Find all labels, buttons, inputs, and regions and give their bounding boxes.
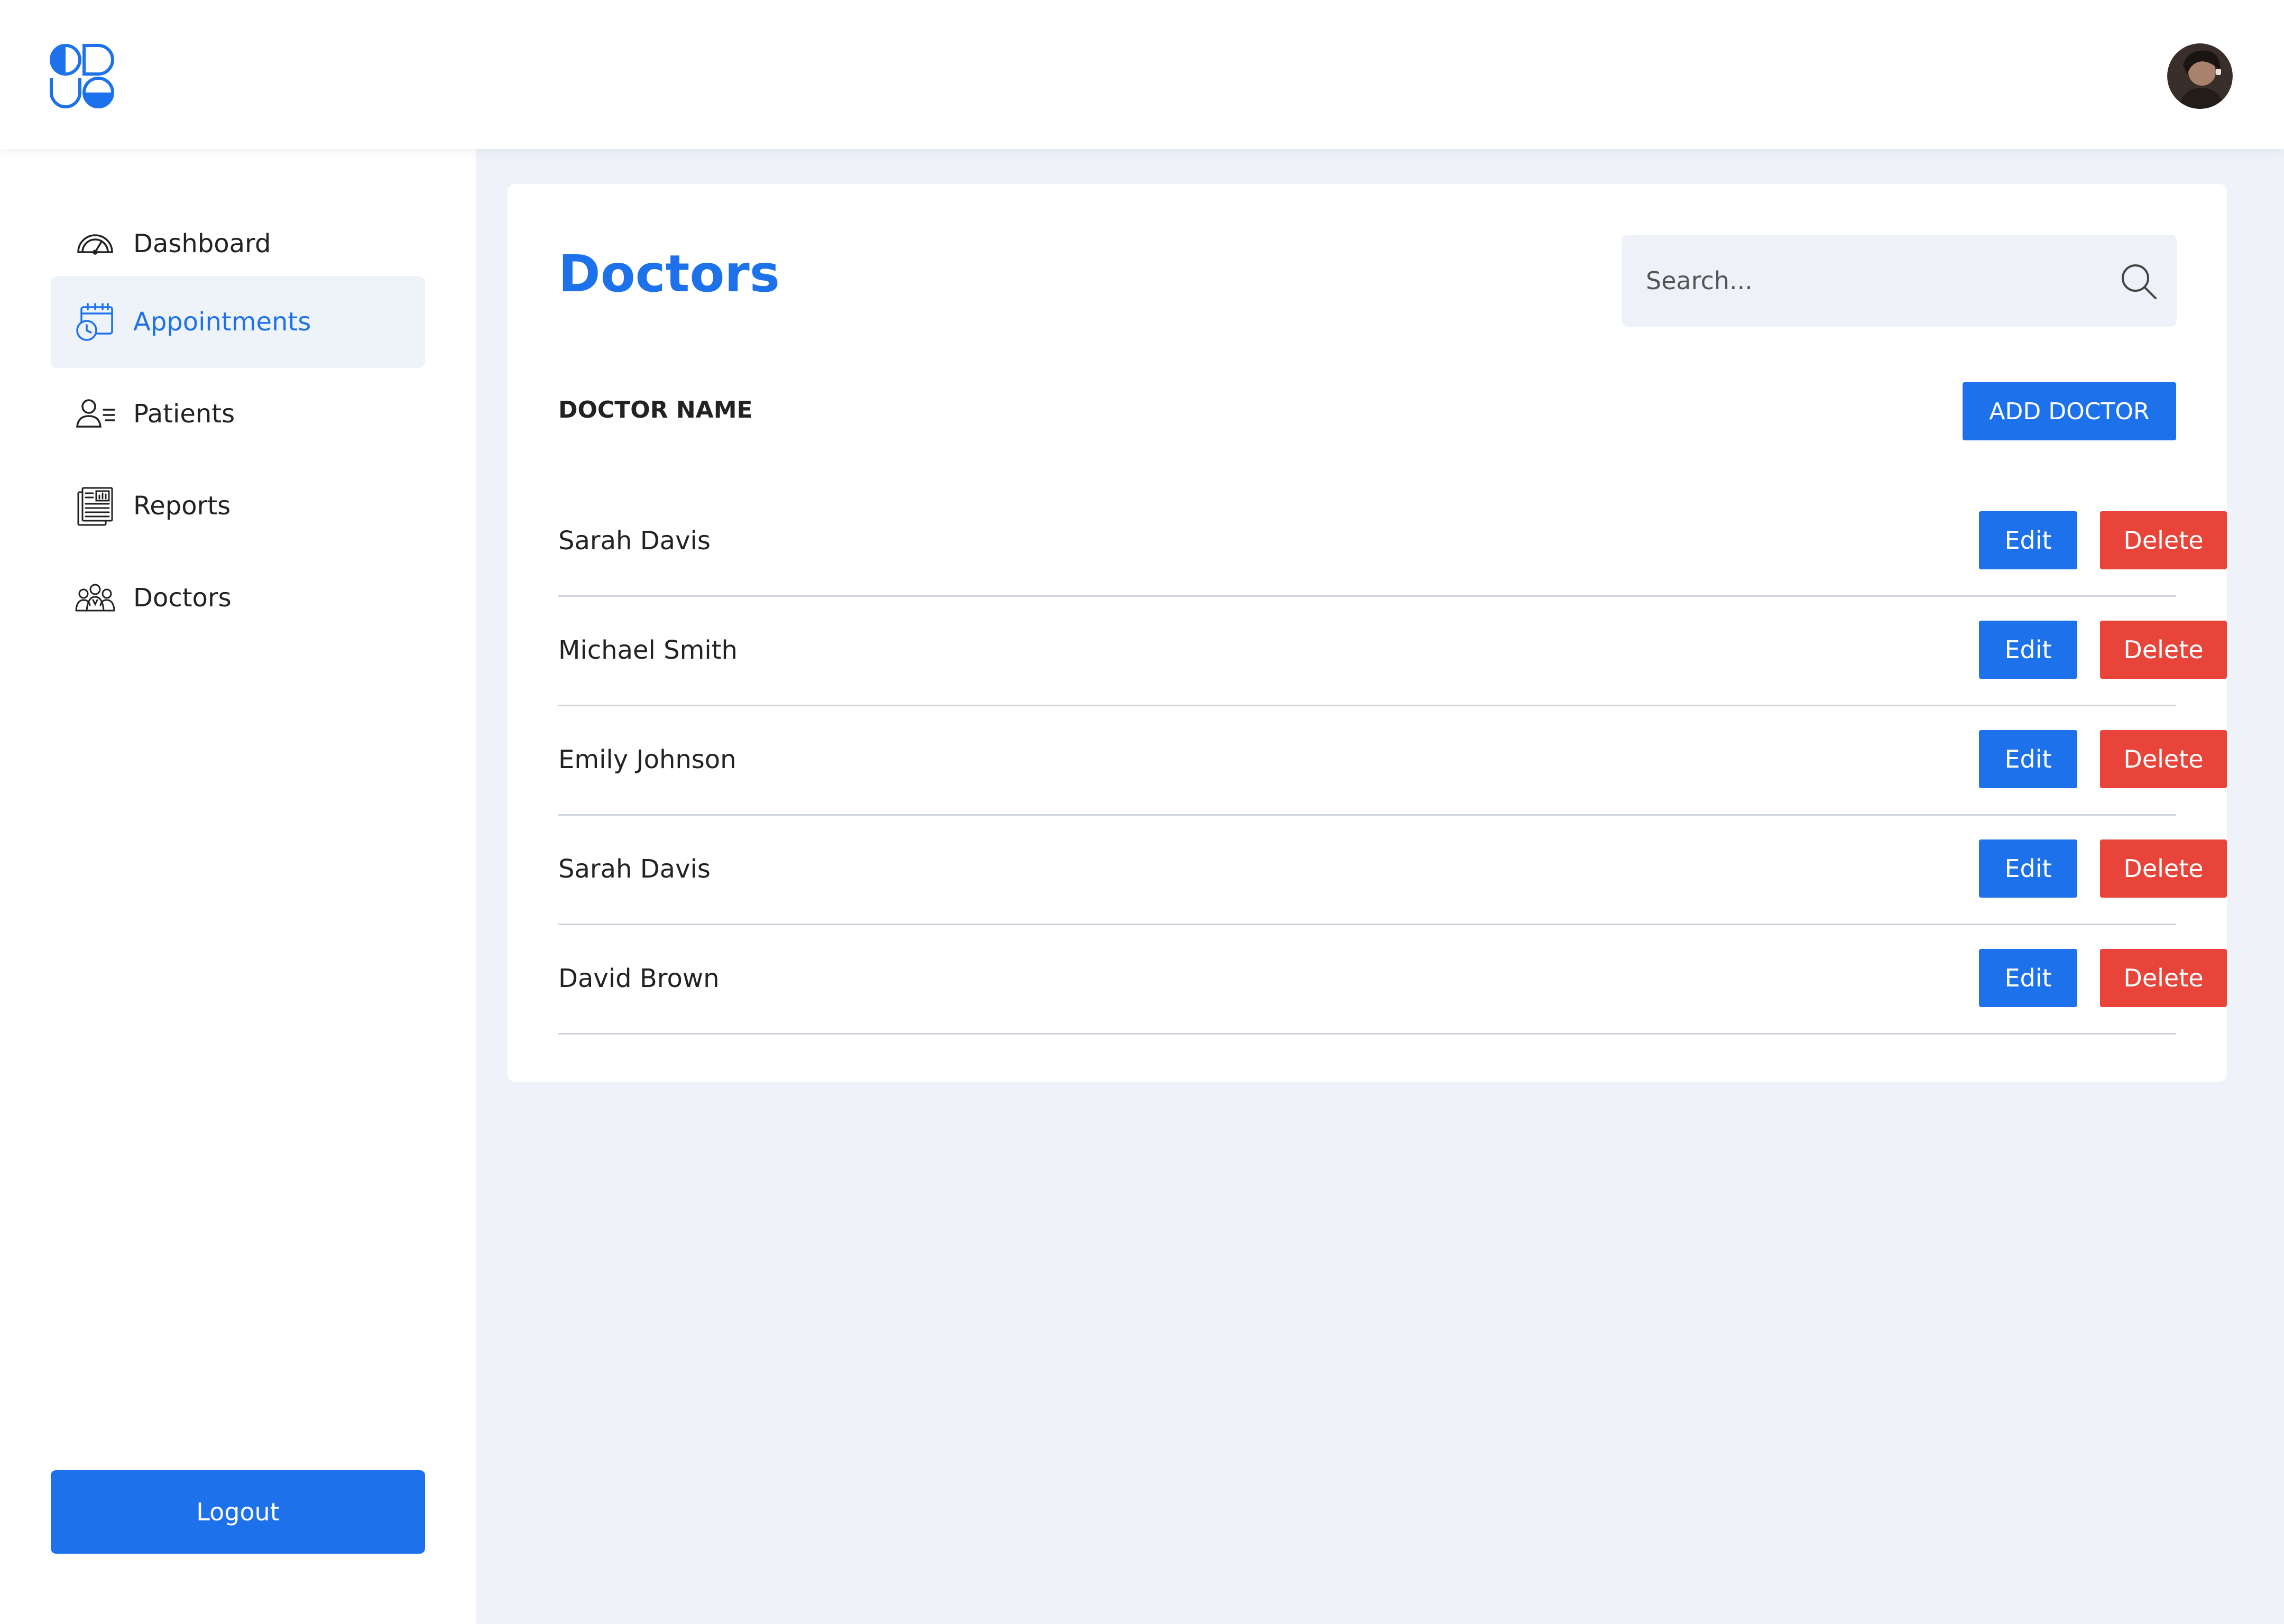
delete-button[interactable]: Delete bbox=[2100, 949, 2227, 1007]
doctor-name: Sarah Davis bbox=[558, 525, 711, 556]
edit-button[interactable]: Edit bbox=[1979, 949, 2077, 1007]
group-icon bbox=[75, 578, 115, 618]
delete-button[interactable]: Delete bbox=[2100, 730, 2227, 788]
sidebar-item-label: Patients bbox=[133, 399, 235, 429]
add-doctor-button[interactable]: ADD DOCTOR bbox=[1963, 382, 2176, 440]
page-title: Doctors bbox=[558, 244, 780, 303]
sidebar: Dashboard Appointments Patients Reports … bbox=[0, 149, 476, 1624]
sidebar-item-label: Doctors bbox=[133, 583, 232, 613]
sidebar-item-reports[interactable]: Reports bbox=[51, 460, 425, 552]
top-bar bbox=[0, 0, 2284, 149]
table-row: David Brown Edit Delete bbox=[558, 924, 2227, 1035]
delete-button[interactable]: Delete bbox=[2100, 839, 2227, 898]
table-row: Emily Johnson Edit Delete bbox=[558, 705, 2227, 816]
doctor-name: Emily Johnson bbox=[558, 744, 736, 774]
table-row: Michael Smith Edit Delete bbox=[558, 595, 2227, 706]
app-logo-icon[interactable] bbox=[50, 44, 114, 108]
sidebar-item-patients[interactable]: Patients bbox=[51, 368, 425, 460]
calendar-clock-icon bbox=[75, 302, 115, 342]
table-row: Sarah Davis Edit Delete bbox=[558, 814, 2227, 925]
sidebar-item-label: Reports bbox=[133, 491, 231, 521]
delete-button[interactable]: Delete bbox=[2100, 511, 2227, 569]
search-input[interactable] bbox=[1646, 235, 2101, 327]
sidebar-item-doctors[interactable]: Doctors bbox=[51, 552, 425, 644]
logout-button[interactable]: Logout bbox=[51, 1470, 425, 1554]
column-header-doctor-name: DOCTOR NAME bbox=[558, 396, 753, 423]
sidebar-item-appointments[interactable]: Appointments bbox=[51, 276, 425, 368]
delete-button[interactable]: Delete bbox=[2100, 621, 2227, 679]
report-chart-icon bbox=[75, 486, 115, 526]
edit-button[interactable]: Edit bbox=[1979, 621, 2077, 679]
edit-button[interactable]: Edit bbox=[1979, 839, 2077, 898]
doctors-panel: Doctors DOCTOR NAME ADD DOCTOR Sarah Dav… bbox=[508, 184, 2227, 1082]
doctor-name: David Brown bbox=[558, 963, 720, 993]
edit-button[interactable]: Edit bbox=[1979, 730, 2077, 788]
doctor-name: Michael Smith bbox=[558, 635, 738, 665]
doctor-name: Sarah Davis bbox=[558, 854, 711, 884]
sidebar-item-label: Appointments bbox=[133, 307, 311, 337]
user-list-icon bbox=[75, 394, 115, 434]
user-avatar[interactable] bbox=[2167, 43, 2233, 109]
sidebar-item-label: Dashboard bbox=[133, 229, 271, 259]
edit-button[interactable]: Edit bbox=[1979, 511, 2077, 569]
search-box bbox=[1622, 235, 2177, 327]
search-icon[interactable] bbox=[2119, 261, 2160, 302]
gauge-icon bbox=[75, 224, 115, 264]
table-row: Sarah Davis Edit Delete bbox=[558, 486, 2227, 597]
